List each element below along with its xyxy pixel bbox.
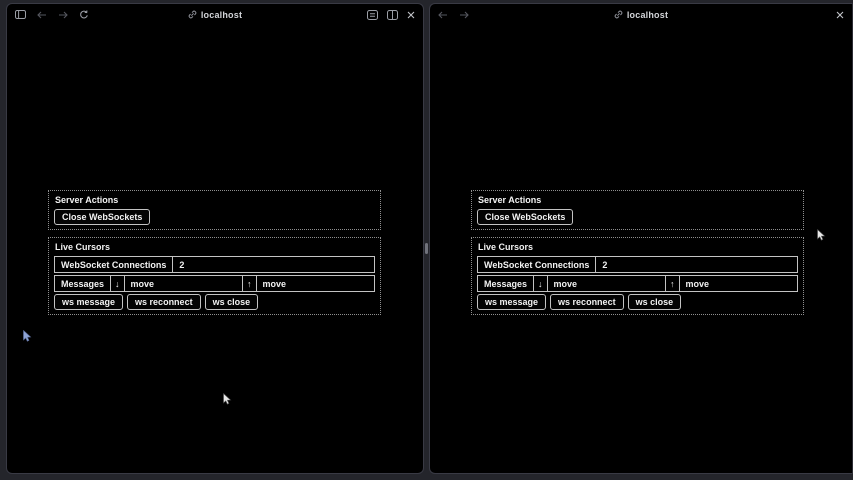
outgoing-event-value: move [125,276,243,291]
remote-cursor-icon [23,329,32,347]
mouse-cursor-icon [223,392,232,410]
mouse-cursor-icon [817,228,826,246]
forward-icon[interactable] [58,11,68,19]
ws-message-button[interactable]: ws message [54,294,123,310]
titlebar-right-controls [836,11,844,19]
connections-value: 2 [173,257,374,272]
incoming-event-value: move [257,276,374,291]
app-panel: Server Actions Close WebSockets Live Cur… [48,190,381,315]
close-websockets-button[interactable]: Close WebSockets [54,209,150,225]
ws-reconnect-button[interactable]: ws reconnect [127,294,201,310]
outgoing-arrow-icon: ↓ [111,276,125,291]
server-actions-title: Server Actions [55,194,375,206]
live-cursors-title: Live Cursors [55,241,375,253]
link-icon [614,10,623,19]
titlebar-left-controls [15,10,89,20]
titlebar: localhost [430,4,852,25]
link-icon [188,10,197,19]
close-websockets-button[interactable]: Close WebSockets [477,209,573,225]
connections-value: 2 [596,257,797,272]
ws-buttons-row: ws message ws reconnect ws close [477,294,798,310]
server-actions-group: Server Actions Close WebSockets [48,190,381,230]
ws-close-button[interactable]: ws close [628,294,682,310]
incoming-event-value: move [680,276,797,291]
outgoing-event-value: move [548,276,666,291]
ws-message-button[interactable]: ws message [477,294,546,310]
url-display[interactable]: localhost [430,4,852,25]
url-text: localhost [201,10,242,20]
incoming-arrow-icon: ↑ [666,276,680,291]
ws-reconnect-button[interactable]: ws reconnect [550,294,624,310]
messages-row: Messages ↓ move ↑ move [54,275,375,292]
live-cursors-title: Live Cursors [478,241,798,253]
browser-window-left: localhost Server Actions [6,3,424,474]
ws-close-button[interactable]: ws close [205,294,259,310]
window-divider-handle[interactable] [425,243,428,254]
titlebar-right-controls [367,10,415,20]
app-panel: Server Actions Close WebSockets Live Cur… [471,190,804,315]
server-actions-group: Server Actions Close WebSockets [471,190,804,230]
back-icon[interactable] [37,11,47,19]
back-icon[interactable] [438,11,448,19]
live-cursors-group: Live Cursors WebSocket Connections 2 Mes… [471,237,804,315]
connections-row: WebSocket Connections 2 [477,256,798,273]
connections-label: WebSocket Connections [478,257,596,272]
tab-overview-icon[interactable] [367,10,378,20]
page-content: Server Actions Close WebSockets Live Cur… [430,25,852,474]
page-content: Server Actions Close WebSockets Live Cur… [7,25,423,474]
connections-row: WebSocket Connections 2 [54,256,375,273]
outgoing-arrow-icon: ↓ [534,276,548,291]
titlebar-left-controls [438,11,469,19]
messages-label: Messages [478,276,534,291]
incoming-arrow-icon: ↑ [243,276,257,291]
reload-icon[interactable] [79,10,89,20]
connections-label: WebSocket Connections [55,257,173,272]
messages-label: Messages [55,276,111,291]
close-icon[interactable] [407,11,415,19]
server-actions-title: Server Actions [478,194,798,206]
split-view-icon[interactable] [387,10,398,20]
browser-window-right: localhost Server Actions Close WebSocket… [429,3,853,474]
live-cursors-group: Live Cursors WebSocket Connections 2 Mes… [48,237,381,315]
url-text: localhost [627,10,668,20]
ws-buttons-row: ws message ws reconnect ws close [54,294,375,310]
messages-row: Messages ↓ move ↑ move [477,275,798,292]
titlebar: localhost [7,4,423,25]
sidebar-icon[interactable] [15,10,26,19]
close-icon[interactable] [836,11,844,19]
forward-icon[interactable] [459,11,469,19]
